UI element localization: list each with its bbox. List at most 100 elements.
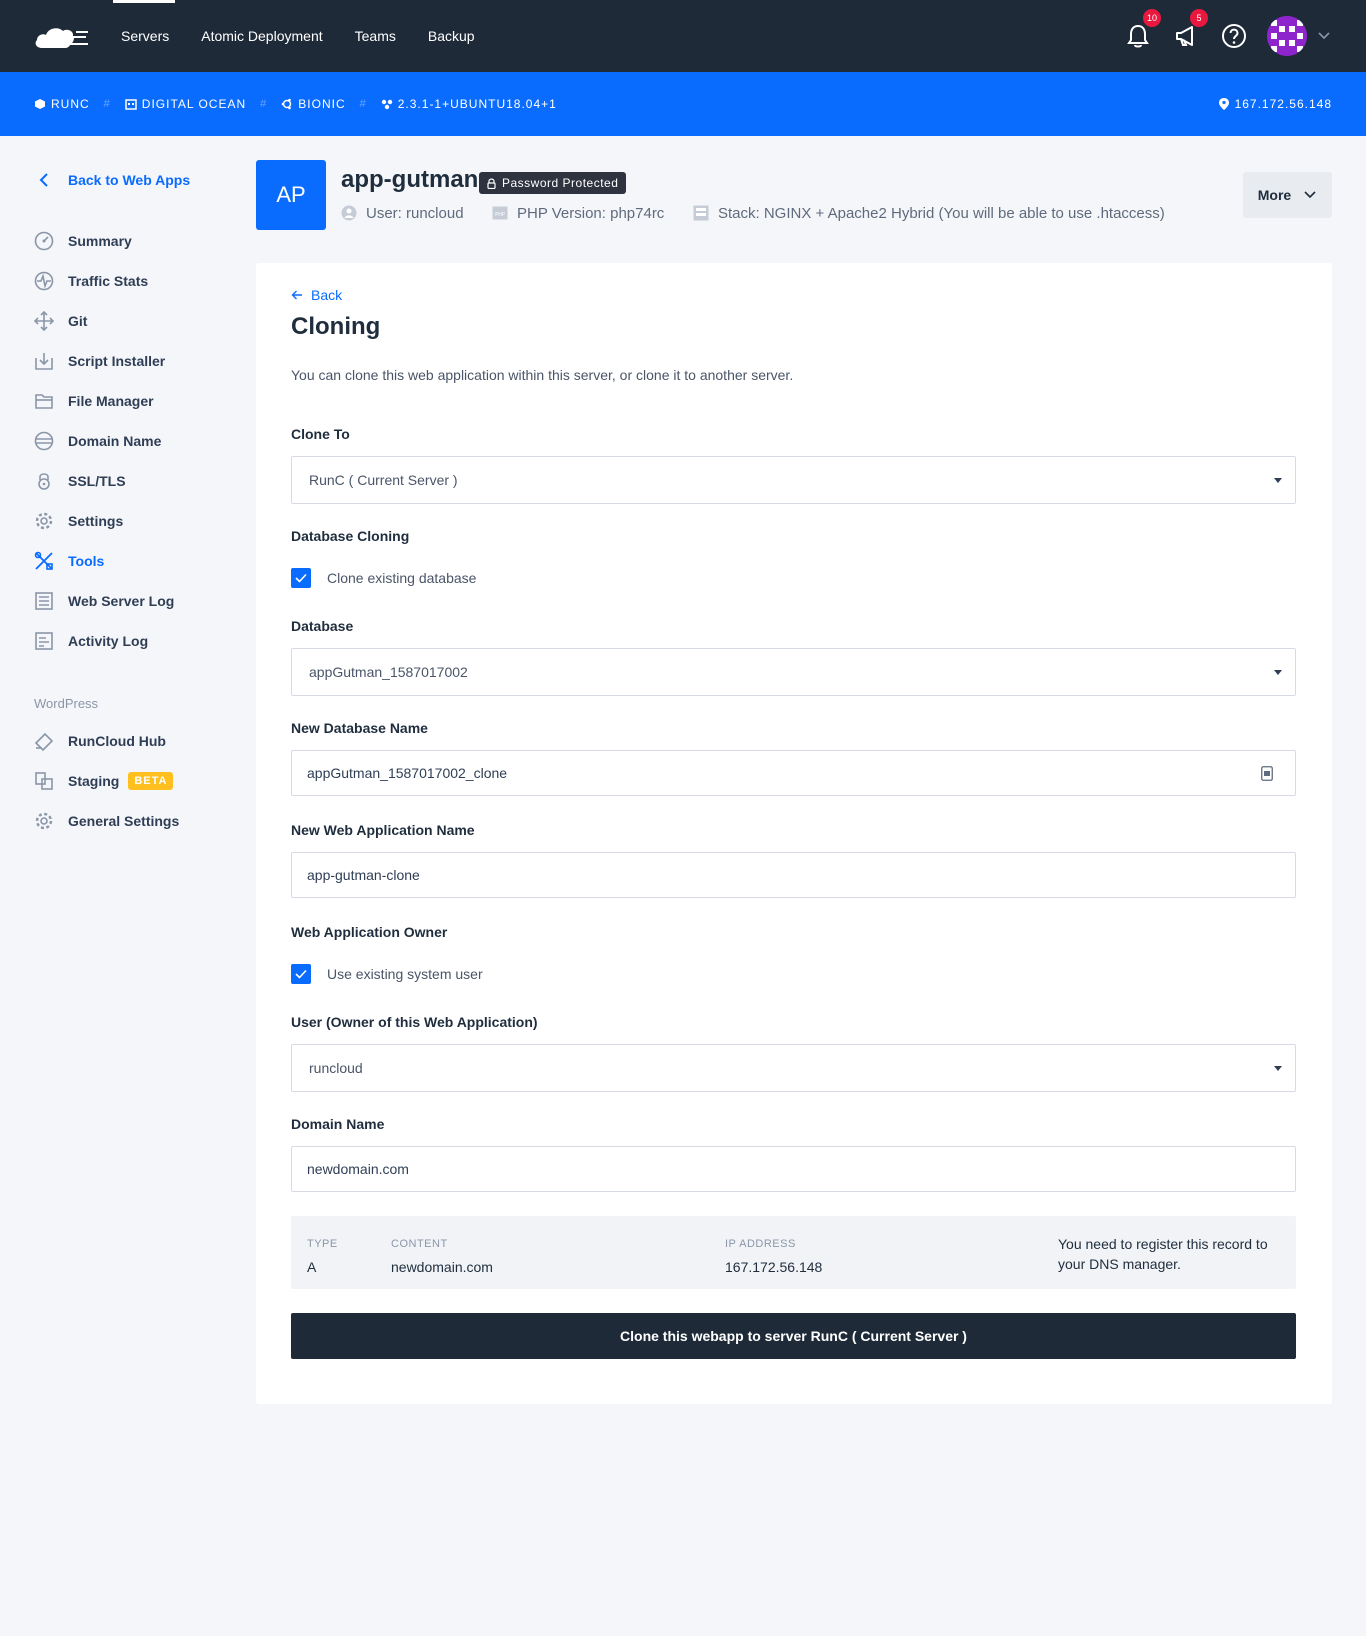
dns-content-value: newdomain.com [391,1259,493,1275]
more-button[interactable]: More [1243,172,1332,218]
chevron-left-icon [39,173,48,187]
sidebar-item-web-server-log[interactable]: Web Server Log [34,586,174,616]
sidebar-item-script-installer[interactable]: Script Installer [34,346,165,376]
sidebar-item-general-settings[interactable]: General Settings [34,806,179,836]
chevron-down-icon [1304,191,1316,199]
app-php-version: PHP PHP Version: php74rc [492,202,664,224]
announcements-badge: 5 [1190,9,1208,27]
server-name-crumb[interactable]: RUNC [34,97,90,111]
provider-name: DIGITAL OCEAN [141,97,247,111]
ubuntu-icon [281,98,292,110]
sidebar-section-wordpress: WordPress [34,696,99,711]
server-info-bar: RUNC # DIGITAL OCEAN # BIONIC # 2.3.1-1+… [0,72,1366,136]
sidebar-item-runcloud-hub[interactable]: RunCloud Hub [34,726,166,756]
location-pin-icon [1218,98,1229,110]
back-to-web-apps-link[interactable]: Back to Web Apps [34,160,190,200]
database-cloning-label: Database Cloning [291,528,410,544]
sidebar-item-settings[interactable]: Settings [34,506,123,536]
server-name: RUNC [51,97,90,111]
clone-to-select[interactable]: RunC ( Current Server ) [291,456,1296,504]
domain-name-value: newdomain.com [307,1161,409,1177]
clone-webapp-button[interactable]: Clone this webapp to server RunC ( Curre… [291,1313,1296,1359]
lock-icon [487,178,496,189]
sidebar-item-label: Activity Log [68,633,149,649]
dns-ip-header: IP ADDRESS [725,1238,796,1250]
nav-atomic-deployment[interactable]: Atomic Deployment [201,28,322,44]
sidebar-item-label: Traffic Stats [68,273,149,289]
cloning-card: Back Cloning You can clone this web appl… [256,263,1332,1404]
sidebar-item-label: Settings [68,513,124,529]
database-select[interactable]: appGutman_1587017002 [291,648,1296,696]
lock-icon [34,471,54,491]
os-name: BIONIC [298,97,346,111]
nav-teams[interactable]: Teams [355,28,396,44]
chevron-down-icon [1318,32,1330,40]
sidebar-item-label: Web Server Log [68,593,175,609]
database-label: Database [291,618,354,634]
sidebar-item-git[interactable]: Git [34,306,87,336]
use-existing-user-checkbox[interactable] [291,964,311,984]
app-stack: Stack: NGINX + Apache2 Hybrid (You will … [693,202,1165,224]
sidebar-item-label: Summary [68,233,132,249]
back-link[interactable]: Back [291,287,342,303]
notifications-button[interactable]: 10 [1124,9,1162,50]
sidebar-item-label: Git [68,313,88,329]
dns-record-info: TYPE A CONTENT newdomain.com IP ADDRESS … [291,1216,1296,1289]
database-value: appGutman_1587017002 [309,664,468,680]
arrow-left-icon [291,290,302,300]
clone-to-label: Clone To [291,426,350,442]
help-button[interactable] [1220,22,1248,50]
domain-name-label: Domain Name [291,1116,385,1132]
sidebar-item-activity-log[interactable]: Activity Log [34,626,148,656]
app-avatar: AP [256,160,326,230]
sidebar-item-label: Tools [68,553,105,569]
sidebar-item-staging[interactable]: Staging BETA [34,766,174,796]
sidebar-item-traffic-stats[interactable]: Traffic Stats [34,266,148,296]
nav-servers[interactable]: Servers [121,28,169,44]
dns-ip-value: 167.172.56.148 [725,1259,823,1275]
svg-text:PHP: PHP [495,212,505,218]
top-navbar: Servers Atomic Deployment Teams Backup 1… [0,0,1366,72]
use-existing-user-label: Use existing system user [327,966,483,982]
clone-to-value: RunC ( Current Server ) [309,472,458,488]
sidebar-item-tools[interactable]: Tools [34,546,104,576]
caret-down-icon [1274,670,1282,675]
user-avatar[interactable] [1267,16,1307,56]
server-ip-value: 167.172.56.148 [1234,97,1332,111]
clone-db-checkbox-row: Clone existing database [291,568,476,588]
sidebar-item-label: Script Installer [68,353,166,369]
main-nav: Servers Atomic Deployment Teams Backup [121,0,507,72]
activity-log-icon [34,631,54,651]
activity-icon [34,271,54,291]
user-owner-select[interactable]: runcloud [291,1044,1296,1092]
runcloud-logo[interactable] [34,22,90,55]
nav-backup[interactable]: Backup [428,28,475,44]
clone-db-checkbox[interactable] [291,568,311,588]
announcements-button[interactable]: 5 [1172,9,1208,50]
agent-version: 2.3.1-1+UBUNTU18.04+1 [397,97,557,111]
page-description: You can clone this web application withi… [291,367,794,383]
sidebar-item-summary[interactable]: Summary [34,226,132,256]
folder-icon [34,391,54,411]
sidebar-item-file-manager[interactable]: File Manager [34,386,154,416]
password-protected-label: Password Protected [502,176,619,190]
domain-name-input[interactable]: newdomain.com [291,1146,1296,1192]
dns-content-header: CONTENT [391,1238,448,1250]
gear-icon [34,511,54,531]
account-menu-toggle[interactable] [1316,28,1332,49]
new-web-app-name-input[interactable]: app-gutman-clone [291,852,1296,898]
clone-db-checkbox-label: Clone existing database [327,570,477,586]
more-button-label: More [1257,187,1292,203]
cube-icon [35,99,45,109]
php-icon: PHP [492,206,508,220]
sidebar-item-ssl-tls[interactable]: SSL/TLS [34,466,126,496]
dns-type-header: TYPE [307,1238,338,1250]
agent-icon [381,99,392,110]
caret-down-icon [1274,1066,1282,1071]
sidebar-item-domain-name[interactable]: Domain Name [34,426,161,456]
caret-down-icon [1274,478,1282,483]
sidebar-item-label: File Manager [68,393,154,409]
app-user-text: User: runcloud [366,204,464,222]
new-web-app-name-label: New Web Application Name [291,822,475,838]
new-database-name-input[interactable]: appGutman_1587017002_clone [291,750,1296,796]
